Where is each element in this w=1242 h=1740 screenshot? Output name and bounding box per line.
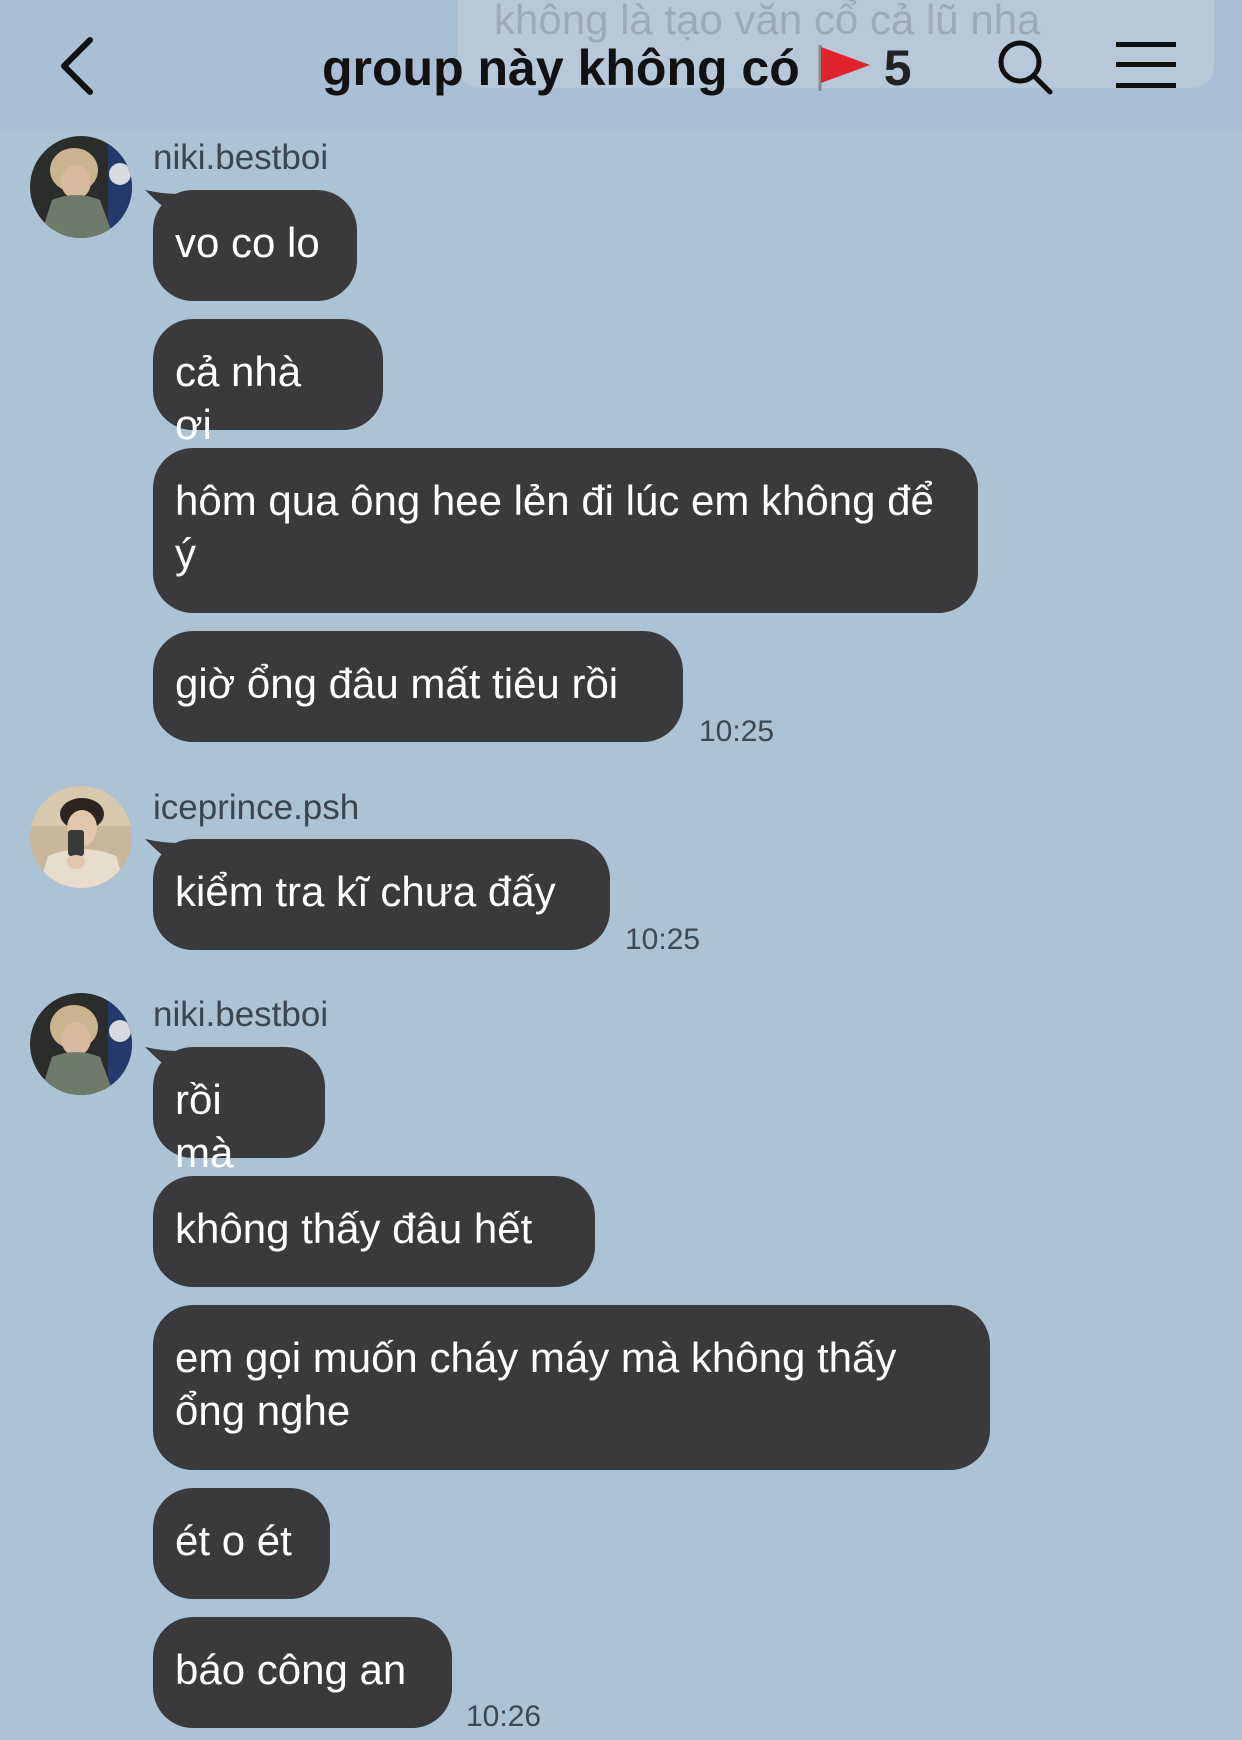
message-bubble[interactable]: rồi mà [153, 1047, 325, 1176]
sender-username: niki.bestboi [153, 138, 329, 177]
message-bubble[interactable]: không thấy đâu hết [153, 1176, 595, 1287]
avatar[interactable] [30, 136, 132, 238]
search-icon[interactable] [996, 38, 1054, 96]
hamburger-menu-icon[interactable] [1114, 40, 1178, 90]
message-bubble[interactable]: em gọi muốn cháy máy mà không thấy ổng n… [153, 1305, 990, 1470]
message-timestamp: 10:25 [625, 923, 701, 956]
message-bubble[interactable]: kiểm tra kĩ chưa đấy [153, 839, 610, 950]
member-count: 5 [883, 40, 912, 96]
message-bubble[interactable]: ét o ét [153, 1488, 330, 1599]
chat-title[interactable]: group này không có 5 [322, 38, 912, 98]
chevron-left-icon[interactable] [56, 36, 100, 96]
message-timestamp: 10:26 [466, 1700, 542, 1733]
message-bubble[interactable]: vo co lo [153, 190, 357, 301]
red-flag-icon [814, 43, 872, 91]
message-bubble[interactable]: báo công an [153, 1617, 452, 1728]
message-timestamp: 10:25 [699, 715, 775, 748]
message-bubble[interactable]: cả nhà ơi [153, 319, 383, 448]
sender-username: niki.bestboi [153, 995, 329, 1034]
sender-username: iceprince.psh [153, 788, 360, 827]
chat-header: không là tạo văn cổ cả lũ nha group này … [0, 0, 1242, 130]
chat-title-text: group này không có [322, 40, 800, 96]
message-bubble[interactable]: hôm qua ông hee lẻn đi lúc em không để ý [153, 448, 978, 613]
avatar[interactable] [30, 993, 132, 1095]
avatar[interactable] [30, 786, 132, 888]
message-bubble[interactable]: giờ ổng đâu mất tiêu rồi [153, 631, 683, 742]
